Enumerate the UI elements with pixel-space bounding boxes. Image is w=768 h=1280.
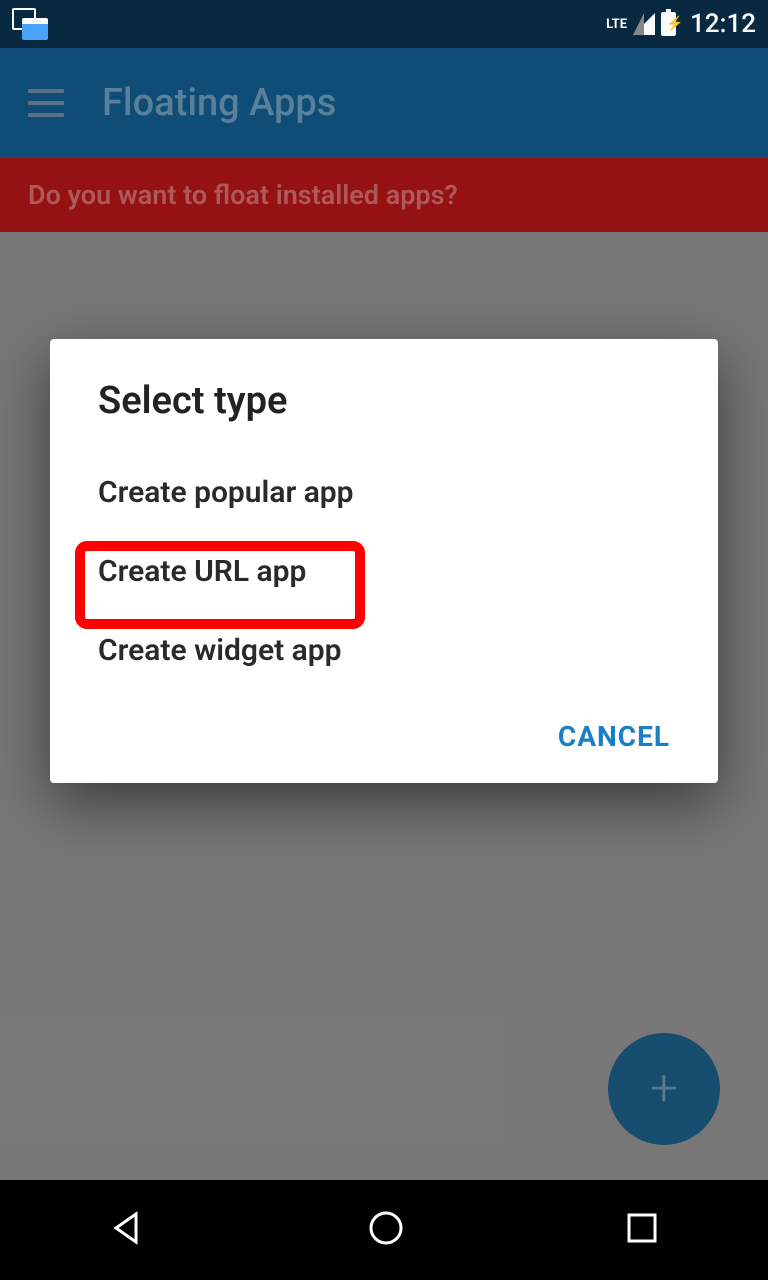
navigation-bar	[0, 1180, 768, 1280]
back-button[interactable]	[110, 1210, 146, 1250]
option-create-widget-app[interactable]: Create widget app	[50, 611, 718, 690]
recent-apps-button[interactable]	[626, 1212, 658, 1248]
option-create-popular-app[interactable]: Create popular app	[50, 453, 718, 532]
dialog-title: Select type	[50, 379, 718, 453]
select-type-dialog: Select type Create popular app Create UR…	[50, 339, 718, 783]
home-button[interactable]	[367, 1209, 405, 1251]
dialog-actions: CANCEL	[50, 690, 718, 763]
option-create-url-app[interactable]: Create URL app	[50, 532, 718, 611]
cancel-button[interactable]: CANCEL	[558, 720, 670, 753]
